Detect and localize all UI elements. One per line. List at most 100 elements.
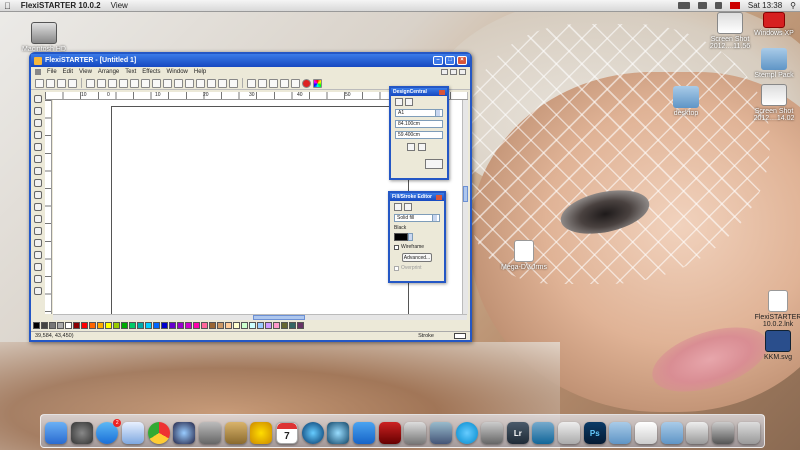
- menu-view[interactable]: View: [79, 69, 92, 75]
- desktop-icon-windows-xp[interactable]: Windows XP: [744, 12, 800, 37]
- export-icon[interactable]: [130, 78, 139, 88]
- send-to-cutter-icon[interactable]: [291, 78, 300, 88]
- preview-app-icon[interactable]: [198, 422, 221, 444]
- palette-swatch[interactable]: [113, 321, 120, 329]
- rectangle-tool-icon[interactable]: [34, 167, 42, 175]
- pen-tool-icon[interactable]: [34, 131, 42, 139]
- fill-color-swatch[interactable]: [394, 233, 408, 241]
- documents-stack-icon[interactable]: [609, 422, 632, 444]
- measure-tool-icon[interactable]: [34, 287, 42, 295]
- doc-close-button[interactable]: [459, 69, 466, 75]
- print-icon[interactable]: [68, 78, 77, 88]
- paste-icon[interactable]: [108, 78, 117, 88]
- undo-icon[interactable]: [218, 78, 227, 88]
- palette-swatch[interactable]: [121, 321, 128, 329]
- palette-swatch[interactable]: [161, 321, 168, 329]
- palette-swatch[interactable]: [289, 321, 296, 329]
- palette-swatch[interactable]: [33, 321, 40, 329]
- stroke-pen-icon[interactable]: [404, 203, 412, 211]
- palette-swatch[interactable]: [41, 321, 48, 329]
- wifi-icon[interactable]: [697, 2, 707, 9]
- volume-icon[interactable]: [714, 2, 722, 9]
- window-title-bar[interactable]: FlexiSTARTER - [Untitled 1] – □ ×: [31, 54, 470, 67]
- menu-help[interactable]: Help: [194, 69, 206, 75]
- palette-swatch[interactable]: [209, 321, 216, 329]
- desktop-icon-flexistarter-lnk[interactable]: FlexiSTARTER 10.0.2.lnk: [748, 290, 800, 328]
- stroke-swatch[interactable]: [454, 333, 466, 339]
- zoom-page-icon[interactable]: [247, 78, 256, 88]
- scissors-icon[interactable]: [185, 78, 194, 88]
- contacts-icon[interactable]: [224, 422, 247, 444]
- palette-swatch[interactable]: [89, 321, 96, 329]
- ungroup-icon[interactable]: [174, 78, 183, 88]
- fill-type-select[interactable]: Solid fill: [394, 214, 440, 222]
- horizontal-scroll-thumb[interactable]: [253, 315, 305, 320]
- palette-swatch[interactable]: [81, 321, 88, 329]
- palette-swatch[interactable]: [73, 321, 80, 329]
- text-tool-icon[interactable]: [34, 107, 42, 115]
- menubar-app-name[interactable]: FlexiSTARTER 10.0.2: [21, 1, 101, 10]
- palette-swatch[interactable]: [177, 321, 184, 329]
- finder-icon[interactable]: [45, 422, 67, 444]
- trim-icon[interactable]: [207, 78, 216, 88]
- chrome-icon[interactable]: [147, 422, 170, 444]
- doc-minimize-button[interactable]: [441, 69, 448, 75]
- palette-swatch[interactable]: [57, 321, 64, 329]
- desktop-icon-stempi-pack[interactable]: Stempl Pack: [744, 48, 800, 79]
- desktop-icon-macintosh-hd[interactable]: Macintosh HD: [14, 22, 74, 53]
- spotlight-icon[interactable]: ⚲: [790, 1, 796, 10]
- lightroom-icon[interactable]: Lr: [506, 422, 529, 444]
- advanced-button[interactable]: Advanced...: [402, 253, 432, 262]
- teamviewer-icon[interactable]: [532, 422, 555, 444]
- layers-icon[interactable]: [405, 98, 413, 106]
- page-size-select[interactable]: A1: [395, 109, 443, 117]
- hand-tool-icon[interactable]: [34, 263, 42, 271]
- itunes-icon[interactable]: [301, 422, 324, 444]
- preview-icon[interactable]: [258, 78, 267, 88]
- wireframe-checkbox[interactable]: Wireframe: [394, 244, 440, 250]
- overprint-checkbox[interactable]: Overprint: [394, 265, 440, 271]
- magnifier-icon[interactable]: [34, 275, 42, 283]
- polygon-tool-icon[interactable]: [34, 191, 42, 199]
- stop-icon[interactable]: [302, 78, 311, 88]
- app-store-icon[interactable]: 2: [96, 419, 122, 444]
- flexi-dock-icon[interactable]: [558, 422, 581, 444]
- palette-swatch[interactable]: [137, 321, 144, 329]
- fill-stroke-editor-panel[interactable]: Fill/Stroke Editor Solid fill Black Wire…: [388, 191, 446, 283]
- trash-icon[interactable]: [737, 422, 760, 444]
- calendar-icon[interactable]: 7: [275, 422, 298, 444]
- copy-icon[interactable]: [97, 78, 106, 88]
- close-button[interactable]: ×: [457, 56, 467, 65]
- battery-icon[interactable]: [677, 2, 690, 9]
- palette-swatch[interactable]: [281, 321, 288, 329]
- desktop-icon-kkm-svg[interactable]: KKM.svg: [748, 330, 800, 361]
- page-settings-icon[interactable]: [395, 98, 403, 106]
- horizontal-scrollbar[interactable]: [53, 314, 467, 320]
- mail-envelope-icon[interactable]: [425, 159, 443, 169]
- burn-icon[interactable]: [250, 422, 273, 444]
- new-file-icon[interactable]: [35, 78, 44, 88]
- launchpad-icon[interactable]: [70, 422, 93, 444]
- select-tool-icon[interactable]: [34, 95, 42, 103]
- desktop-icon-mega-design[interactable]: Mega-DV.Jrms: [494, 240, 554, 271]
- menu-effects[interactable]: Effects: [142, 69, 160, 75]
- palette-swatch[interactable]: [105, 321, 112, 329]
- ellipse-tool-icon[interactable]: [34, 179, 42, 187]
- align-icon[interactable]: [141, 78, 150, 88]
- palette-swatch[interactable]: [297, 321, 304, 329]
- redo-icon[interactable]: [229, 78, 238, 88]
- photo-booth-icon[interactable]: [378, 422, 401, 444]
- image-capture-icon[interactable]: [429, 422, 452, 444]
- palette-swatch[interactable]: [65, 321, 72, 329]
- open-file-icon[interactable]: [46, 78, 55, 88]
- panel-close-icon[interactable]: [436, 194, 442, 200]
- menu-file[interactable]: File: [47, 69, 57, 75]
- node-edit-icon[interactable]: [34, 143, 42, 151]
- menubar-clock[interactable]: Sat 13:38: [748, 1, 782, 10]
- landscape-icon[interactable]: [418, 143, 426, 151]
- mail-icon[interactable]: [121, 422, 144, 444]
- doc-restore-button[interactable]: [450, 69, 457, 75]
- menu-window[interactable]: Window: [167, 69, 188, 75]
- palette-swatch[interactable]: [49, 321, 56, 329]
- document-icon[interactable]: [35, 69, 41, 75]
